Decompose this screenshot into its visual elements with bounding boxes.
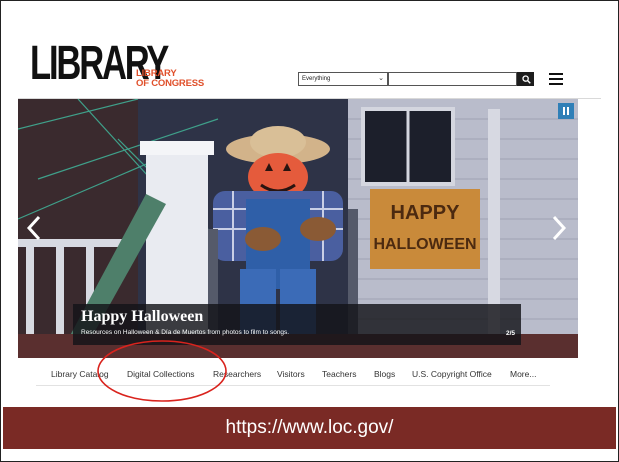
search-scope-select[interactable]: Everything ⌄ — [298, 72, 388, 86]
nav-blogs[interactable]: Blogs — [374, 369, 395, 379]
chevron-down-icon: ⌄ — [378, 75, 384, 82]
nav-more[interactable]: More... — [510, 369, 536, 379]
sign-text-happy: HAPPY — [391, 202, 461, 224]
search-icon — [522, 75, 531, 84]
slide-title[interactable]: Happy Halloween — [81, 308, 203, 326]
nav-visitors[interactable]: Visitors — [277, 369, 305, 379]
nav-teachers[interactable]: Teachers — [322, 369, 357, 379]
highlight-ellipse — [97, 340, 227, 402]
search-scope-value: Everything — [302, 76, 331, 82]
sign-text-halloween: HALLOWEEN — [373, 236, 476, 253]
chevron-left-icon[interactable] — [26, 214, 42, 248]
search-button[interactable] — [517, 72, 534, 86]
url-text: https://www.loc.gov/ — [225, 417, 394, 438]
url-banner: https://www.loc.gov/ — [3, 407, 616, 449]
pause-button[interactable] — [558, 103, 574, 119]
search-input[interactable] — [388, 72, 517, 86]
menu-icon[interactable] — [549, 73, 563, 85]
chevron-right-icon[interactable] — [551, 214, 567, 248]
logo-small-line2: OF CONGRESS — [136, 78, 205, 89]
site-header: LIBRARY LIBRARY OF CONGRESS Everything ⌄ — [18, 28, 601, 98]
pause-icon — [563, 107, 565, 115]
nav-copyright-office[interactable]: U.S. Copyright Office — [412, 369, 492, 379]
slide-subtitle: Resources on Halloween & Día de Muertos … — [81, 329, 290, 336]
slide-counter: 2/5 — [505, 330, 515, 337]
library-of-congress-logo-text[interactable]: LIBRARY OF CONGRESS — [136, 69, 204, 89]
